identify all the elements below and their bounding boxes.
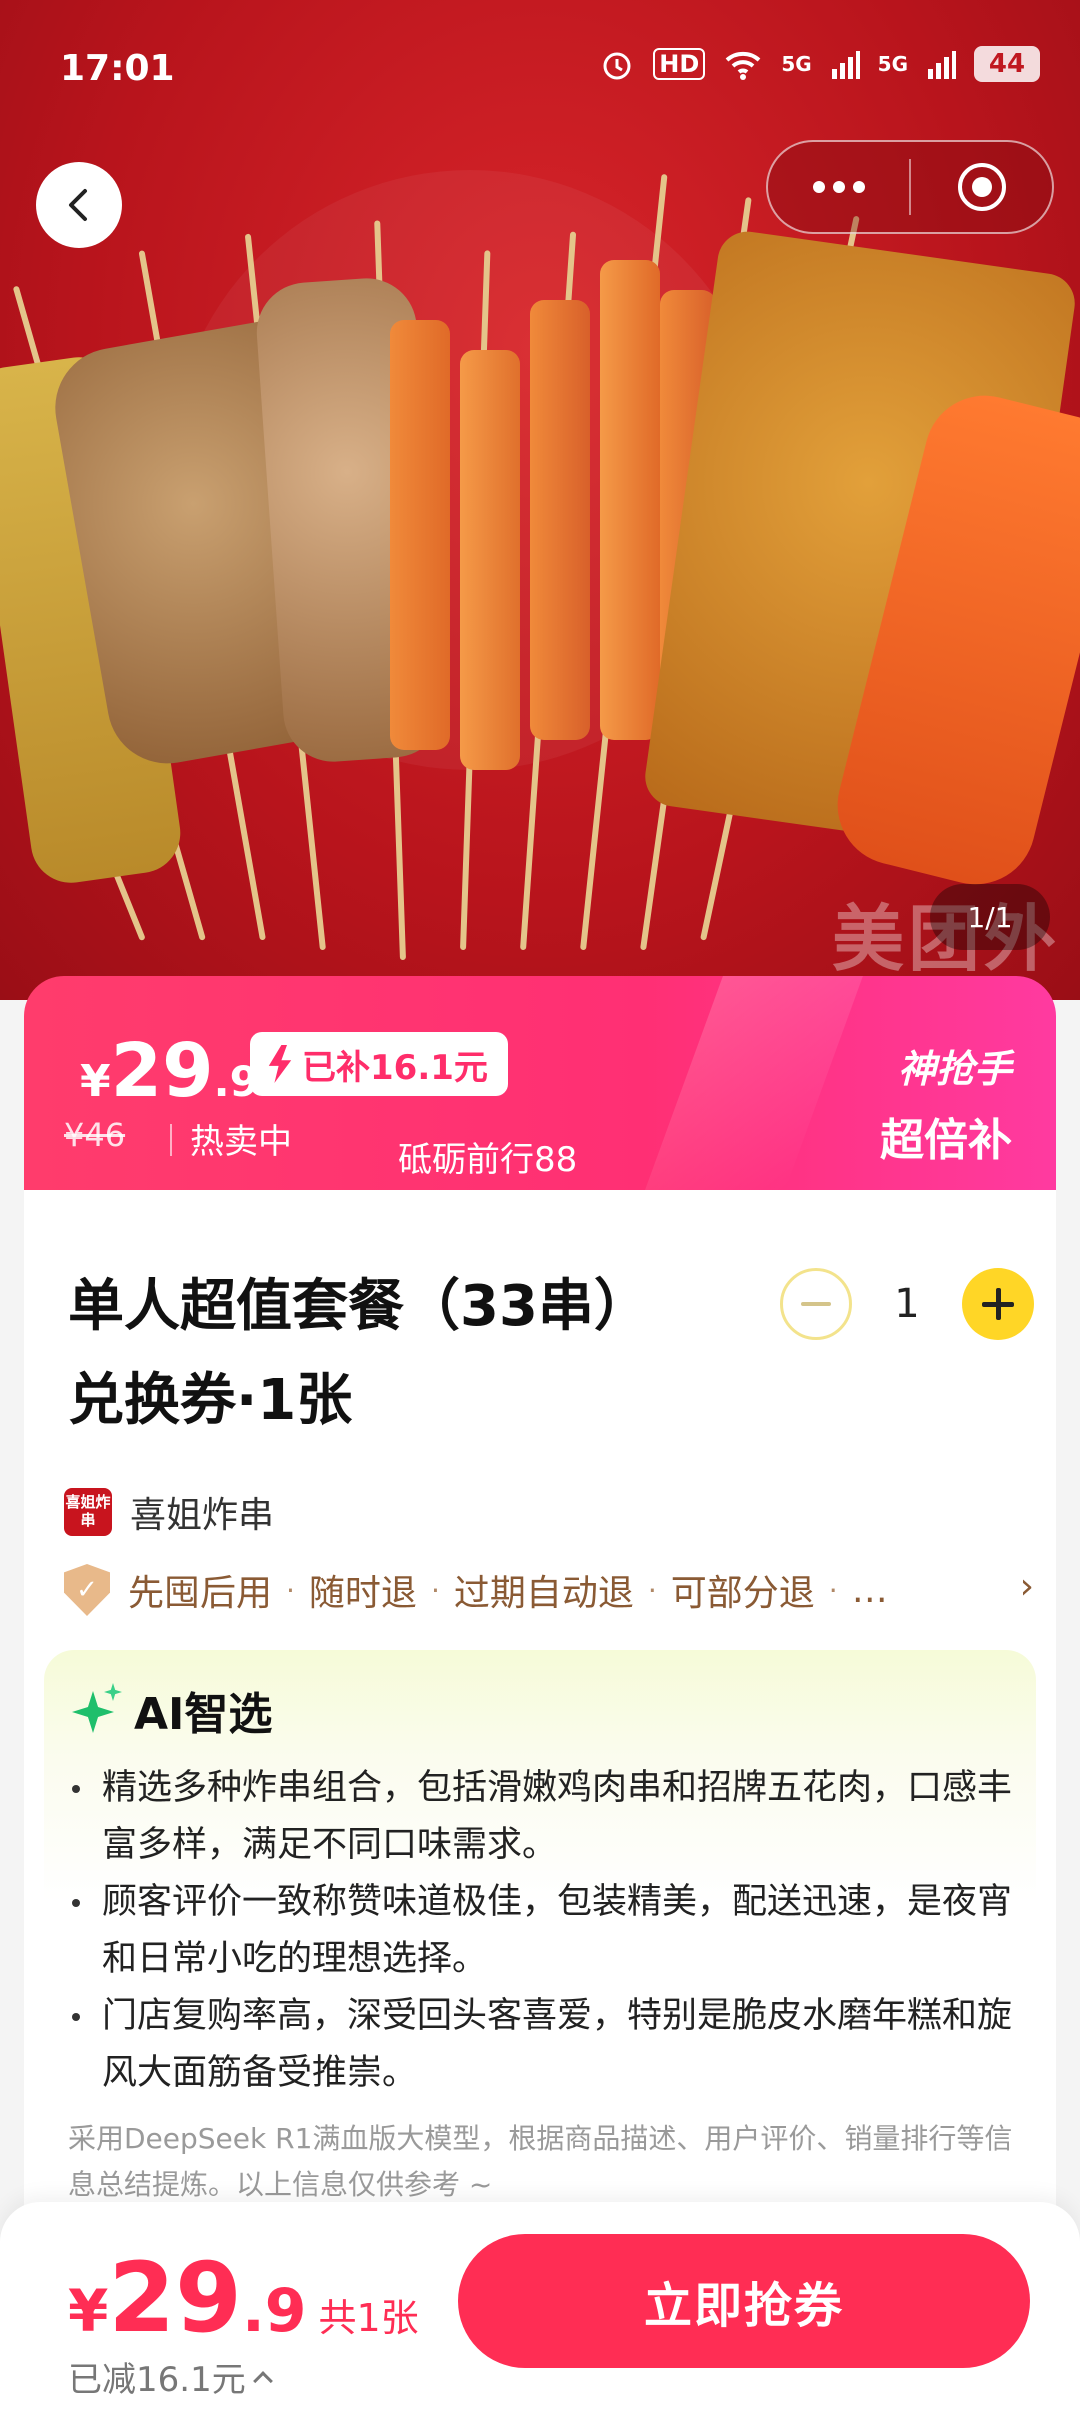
subsidy-badge: 已补16.1元 bbox=[250, 1032, 508, 1096]
status-time: 17:01 bbox=[60, 48, 175, 89]
total-price: ¥ 29 .9 共1张 bbox=[68, 2242, 419, 2354]
hot-sale-label: 热卖中 bbox=[190, 1122, 292, 1162]
separator-dot: · bbox=[828, 1573, 838, 1607]
quantity-stepper: 1 bbox=[780, 1268, 1034, 1340]
target-icon bbox=[957, 163, 1006, 211]
subsidy-text: 已补16.1元 bbox=[302, 1047, 488, 1088]
signal-icon bbox=[831, 51, 860, 79]
product-detail-card: 单人超值套餐（33串） 兑换券·1张 1 喜姐炸串 喜姐炸串 ✓ 先囤后用 · … bbox=[24, 1190, 1056, 2250]
hd-badge: HD bbox=[653, 48, 706, 80]
ai-point: 顾客评价一致称赞味道极佳，包装精美，配送迅速，是夜宵和日常小吃的理想选择。 bbox=[68, 1874, 1028, 1988]
guarantee-more: … bbox=[851, 1569, 888, 1611]
quantity-text: 共1张 bbox=[318, 2296, 419, 2340]
minus-icon bbox=[801, 1302, 831, 1306]
price-decimal: .9 bbox=[241, 2276, 307, 2346]
back-arrow-icon bbox=[69, 189, 87, 221]
guarantee-list: 先囤后用 · 随时退 · 过期自动退 · 可部分退 · … bbox=[128, 1564, 888, 1616]
shop-row[interactable]: 喜姐炸串 喜姐炸串 bbox=[64, 1486, 274, 1538]
back-button[interactable] bbox=[36, 162, 122, 248]
shield-icon: ✓ bbox=[64, 1564, 110, 1616]
promo-label-1: 神抢手 bbox=[897, 1047, 1012, 1091]
ai-selection-box: AI智选 精选多种炸串组合，包括滑嫩鸡肉串和招牌五花肉，口感丰富多样，满足不同口… bbox=[44, 1650, 1036, 2210]
network-label-2: 5G bbox=[877, 52, 908, 76]
product-title-line2: 兑换券·1张 bbox=[68, 1368, 353, 1433]
shop-name[interactable]: 喜姐炸串 bbox=[130, 1486, 274, 1538]
saved-text: 已减16.1元 bbox=[68, 2360, 246, 2400]
price-integer: 29 bbox=[110, 1028, 214, 1114]
separator-dot: · bbox=[286, 1573, 295, 1607]
mini-program-capsule bbox=[766, 140, 1054, 234]
lightning-decoration bbox=[645, 976, 863, 1190]
currency-symbol: ¥ bbox=[80, 1056, 111, 1107]
sparkle-icon bbox=[68, 1683, 122, 1737]
currency-symbol: ¥ bbox=[68, 2277, 109, 2345]
image-counter: 1/1 bbox=[930, 884, 1050, 950]
discount-detail-toggle[interactable]: 已减16.1元 bbox=[68, 2352, 273, 2401]
promo-label-2: 超倍补 bbox=[880, 1115, 1012, 1166]
guarantee-item: 随时退 bbox=[308, 1573, 417, 1614]
more-button[interactable] bbox=[768, 142, 909, 232]
guarantee-item: 先囤后用 bbox=[128, 1573, 273, 1614]
signal-icon bbox=[928, 51, 956, 79]
shop-logo: 喜姐炸串 bbox=[64, 1488, 112, 1536]
status-bar: 17:01 HD 5G 5G 44 bbox=[0, 0, 1080, 140]
status-icons: HD 5G 5G 44 bbox=[599, 46, 1040, 82]
product-title: 单人超值套餐（33串） 兑换券·1张 bbox=[68, 1260, 748, 1448]
ai-point: 精选多种炸串组合，包括滑嫩鸡肉串和招牌五花肉，口感丰富多样，满足不同口味需求。 bbox=[68, 1760, 1028, 1874]
chevron-right-icon: › bbox=[1019, 1566, 1034, 1607]
buy-now-button[interactable]: 立即抢券 bbox=[458, 2234, 1030, 2368]
increase-button[interactable] bbox=[962, 1268, 1034, 1340]
scrolling-comment: 砥砺前行88 bbox=[398, 1140, 578, 1180]
divider bbox=[170, 1124, 172, 1156]
decrease-button[interactable] bbox=[780, 1268, 852, 1340]
wifi-icon bbox=[725, 51, 761, 80]
more-dots-icon bbox=[812, 181, 865, 193]
price-integer: 29 bbox=[108, 2242, 242, 2354]
product-title-line1: 单人超值套餐（33串） bbox=[68, 1274, 650, 1339]
price-banner: ¥ 29 .9 已补16.1元 ¥46 热卖中 砥砺前行88 神抢手 超倍补 bbox=[24, 976, 1056, 1190]
separator-dot: · bbox=[647, 1573, 657, 1607]
alarm-icon bbox=[603, 52, 631, 80]
ai-header: AI智选 bbox=[68, 1678, 272, 1742]
bottom-purchase-bar: ¥ 29 .9 共1张 已减16.1元 立即抢券 bbox=[0, 2202, 1080, 2412]
ai-disclaimer: 采用DeepSeek R1满血版大模型，根据商品描述、用户评价、销量排行等信息总… bbox=[68, 2122, 1013, 2201]
lightning-icon bbox=[268, 1045, 292, 1083]
guarantee-item: 过期自动退 bbox=[453, 1573, 634, 1614]
separator-dot: · bbox=[430, 1573, 440, 1607]
ai-title: AI智选 bbox=[134, 1689, 273, 1740]
plus-icon bbox=[982, 1288, 1014, 1320]
network-label-1: 5G bbox=[781, 52, 812, 76]
ai-point: 门店复购率高，深受回头客喜爱，特别是脆皮水磨年糕和旋风大面筋备受推崇。 bbox=[68, 1988, 1028, 2102]
caret-up-icon bbox=[252, 2370, 273, 2391]
deal-price: ¥ 29 .9 bbox=[80, 1028, 259, 1114]
guarantee-item: 可部分退 bbox=[670, 1573, 815, 1614]
ai-points: 精选多种炸串组合，包括滑嫩鸡肉串和招牌五花肉，口感丰富多样，满足不同口味需求。 … bbox=[68, 1760, 1028, 2102]
quantity-value: 1 bbox=[894, 1281, 920, 1327]
original-price: ¥46 bbox=[64, 1116, 126, 1154]
close-miniprogram-button[interactable] bbox=[911, 142, 1052, 232]
guarantee-row[interactable]: ✓ 先囤后用 · 随时退 · 过期自动退 · 可部分退 · … › bbox=[64, 1560, 1034, 1620]
battery-icon: 44 bbox=[974, 46, 1040, 82]
